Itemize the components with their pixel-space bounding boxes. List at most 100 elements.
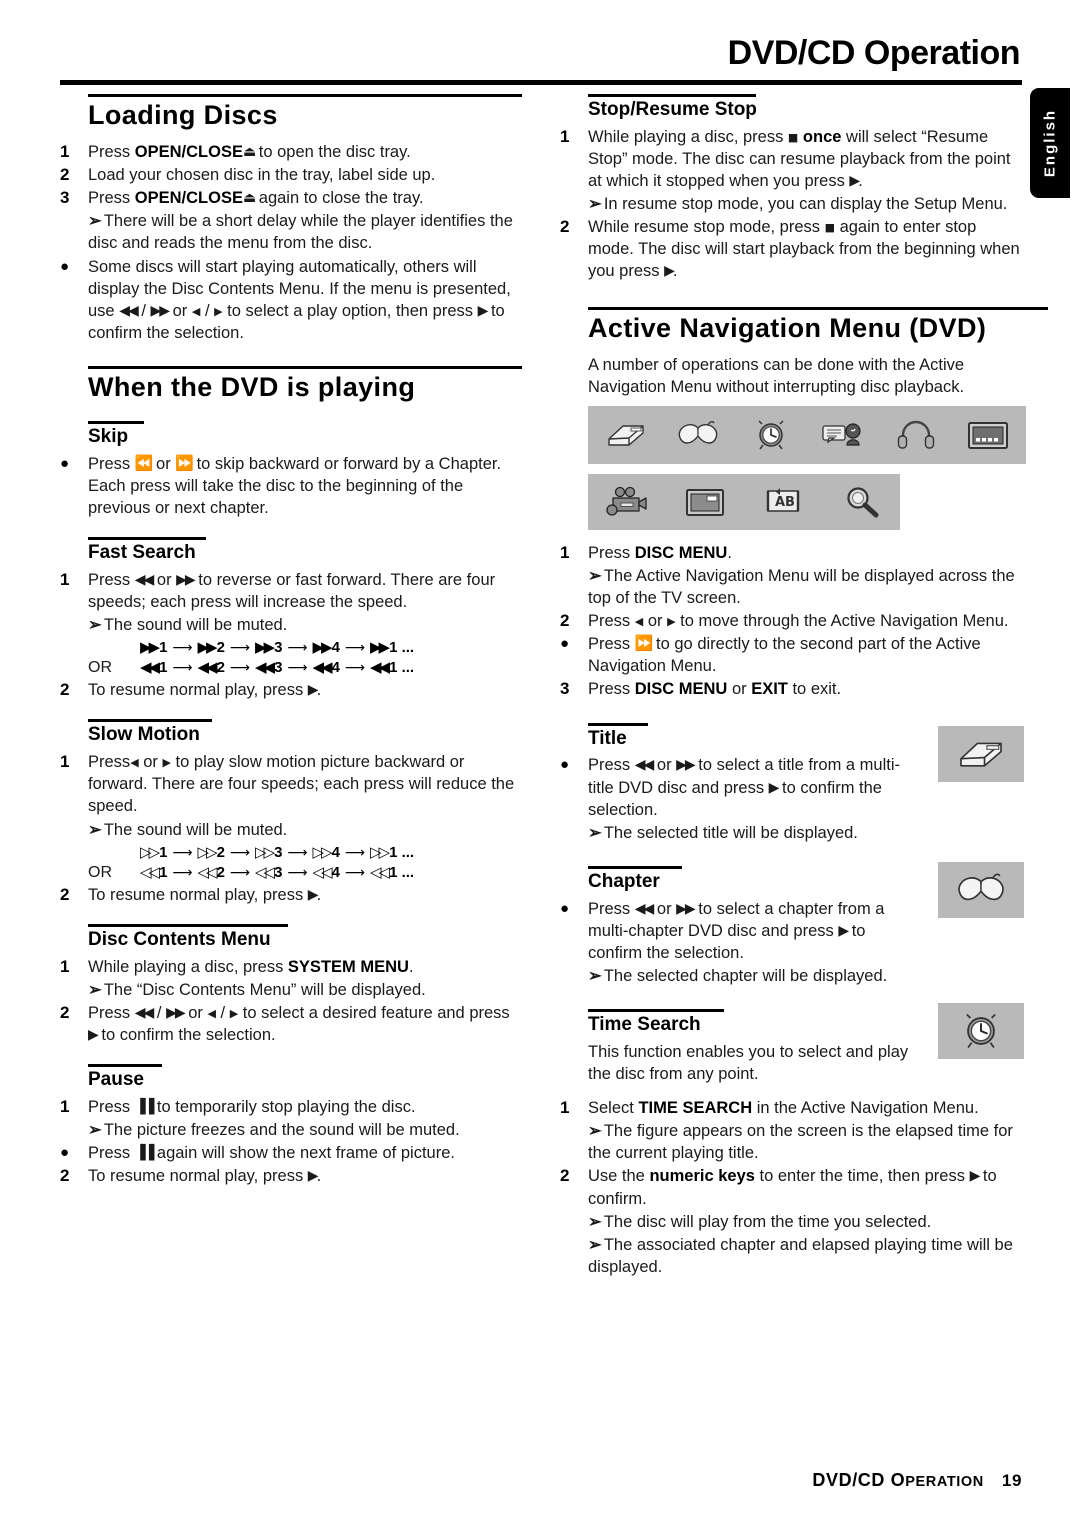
or-label: OR: [88, 659, 112, 677]
key-label: OPEN/CLOSE: [134, 143, 243, 162]
list-item: ● Press ▐▐ again will show the next frame…: [60, 1142, 520, 1164]
list-item: 2 Use the numeric keys to enter the time,…: [560, 1165, 1020, 1209]
step-text-cont: .: [727, 543, 732, 562]
heading-text: Disc Contents Menu: [88, 928, 271, 950]
skip-back-icon: ⏪: [134, 453, 154, 472]
time-search-thumbnail: [938, 1003, 1024, 1059]
step-number: 2: [60, 165, 70, 185]
step-text: While playing a disc, press: [588, 127, 788, 146]
chapter-thumbnail: [938, 862, 1024, 918]
play-icon: ▶: [664, 263, 675, 280]
pip-screen-icon[interactable]: [675, 479, 735, 525]
slow-reverse-icon: ◁◁: [312, 862, 333, 881]
separator: /: [136, 301, 151, 320]
fast-search-steps-2: 2 To resume normal play, press ▶.: [60, 679, 520, 701]
step-text-cont: again to close the tray.: [254, 189, 424, 208]
heading-rule: [88, 719, 212, 723]
step-text-cont: to select a desired feature and press: [238, 1003, 510, 1022]
slow-motion-reverse-sequence: OR ◁◁ 1 ⟶ ◁◁ 2 ⟶ ◁◁ 3 ⟶ ◁◁ 4 ⟶ ◁◁ 1 ...: [88, 863, 520, 882]
active-nav-steps: 1 Press DISC MENU. ➢ The Active Navigation…: [560, 542, 1020, 701]
emphasis: once: [802, 127, 842, 146]
step-number: 3: [60, 188, 70, 208]
arrow-icon: ⟶: [287, 640, 308, 657]
step-text-cont: or: [643, 612, 668, 631]
chapter-book-icon[interactable]: [668, 412, 728, 458]
step-number: 2: [560, 1166, 570, 1186]
heading-rule: [88, 421, 144, 425]
page-title: DVD/CD Operation: [727, 34, 1021, 72]
list-item-note: ➢ There will be a short delay while the p…: [60, 210, 520, 254]
audio-headphones-icon[interactable]: [886, 412, 946, 458]
step-text-cont: .: [858, 172, 863, 191]
arrow-icon: ⟶: [287, 660, 308, 677]
fast-forward-icon: ▶▶: [676, 757, 695, 774]
list-item: ● Press ◀◀ or ▶▶ to select a chapter from…: [560, 898, 908, 964]
camera-angle-icon[interactable]: [596, 479, 656, 525]
step-number: 1: [60, 752, 70, 772]
display-screen-icon[interactable]: [958, 412, 1018, 458]
bullet-text-cont: or: [652, 899, 677, 918]
language-tab: English: [1030, 88, 1070, 198]
disc-contents-menu-steps: 1 While playing a disc, press SYSTEM MENU…: [60, 956, 520, 1046]
heading-text: When the DVD is playing: [88, 372, 416, 403]
list-item-note: ➢ The selected title will be displayed.: [560, 822, 908, 844]
ab-repeat-icon[interactable]: AB: [753, 479, 813, 525]
step-text: Press: [88, 1003, 135, 1022]
chapter-steps: ● Press ◀◀ or ▶▶ to select a chapter from…: [560, 898, 908, 987]
time-search-clock-icon[interactable]: [741, 412, 801, 458]
step-text-cont: or: [183, 1003, 208, 1022]
rewind-icon: ◀◀: [134, 1004, 154, 1021]
play-icon: ▶: [307, 1168, 319, 1185]
arrow-icon: ⟶: [287, 844, 308, 861]
step-text: To resume normal play, press: [88, 681, 308, 700]
step-text-cont: or: [138, 753, 163, 772]
bullet-text: Press: [88, 454, 135, 473]
time-search-steps: 1 Select TIME SEARCH in the Active Naviga…: [560, 1097, 1020, 1278]
arrow-icon: ➢: [588, 823, 602, 842]
arrow-icon: ⟶: [344, 640, 365, 657]
right-arrow-icon: ▶: [214, 304, 223, 318]
rewind-icon: ◀◀: [255, 658, 275, 677]
subsection-pause-heading: Pause: [60, 1064, 520, 1092]
list-item: ● Press ◀◀ or ▶▶ to select a title from a…: [560, 754, 908, 820]
sequence-text: ▶▶ 1 ⟶ ▶▶ 2 ⟶ ▶▶ 3 ⟶ ▶▶ 4 ⟶ ▶▶ 1 ...: [140, 638, 415, 657]
arrow-icon: ⟶: [172, 844, 193, 861]
step-text: Press: [88, 1097, 135, 1116]
list-item-note: ➢ The figure appears on the screen is the…: [560, 1120, 1020, 1164]
heading-text: Loading Discs: [88, 100, 278, 130]
zoom-magnifier-icon[interactable]: [832, 479, 892, 525]
bullet-text-cont: or: [151, 454, 176, 473]
step-number: 2: [60, 1166, 70, 1186]
title-disc-icon[interactable]: [596, 412, 656, 458]
step-text: Select: [588, 1099, 639, 1118]
slow-forward-icon: ▷▷: [370, 842, 390, 861]
subtitle-icon[interactable]: [813, 412, 873, 458]
list-item: 2 To resume normal play, press ▶.: [60, 1165, 520, 1187]
separator: /: [215, 1003, 230, 1022]
bullet-text: Press: [88, 1144, 135, 1163]
step-text: Press: [88, 143, 135, 162]
list-item: 3 Press DISC MENU or EXIT to exit.: [560, 678, 1020, 700]
title-divider: [60, 80, 1022, 85]
step-text-cont: to temporarily stop playing the disc.: [152, 1097, 416, 1116]
list-item: 1 While playing a disc, press ■ once will…: [560, 126, 1020, 192]
list-item: ● Press ⏪ or ⏩ to skip backward or forwar…: [60, 453, 520, 519]
play-icon: ▶: [849, 173, 860, 190]
section-when-playing-heading: When the DVD is playing: [60, 366, 522, 403]
rewind-icon: ◀◀: [312, 658, 333, 677]
slow-motion-steps: 1 Press◀ or ▶ to play slow motion picture…: [60, 751, 520, 840]
step-text-cont: .: [316, 681, 322, 700]
note-text: The sound will be muted.: [103, 616, 288, 635]
list-item: 2 Load your chosen disc in the tray, labe…: [60, 164, 520, 186]
footer-chapter-label-smallcaps: PERATION: [905, 1474, 984, 1490]
language-tab-label: English: [1041, 108, 1059, 178]
note-text: The sound will be muted.: [103, 820, 288, 839]
note-text: The associated chapter and elapsed playi…: [588, 1235, 1013, 1276]
arrow-icon: ➢: [588, 966, 602, 985]
footer: DVD/CD OPERATION 19: [60, 1470, 1022, 1491]
note-text: The disc will play from the time you sel…: [603, 1212, 932, 1231]
step-number: 1: [560, 542, 570, 562]
step-text: To resume normal play, press: [88, 1167, 308, 1186]
step-text-cont: .: [408, 957, 414, 976]
right-arrow-icon: ▶: [667, 615, 676, 629]
